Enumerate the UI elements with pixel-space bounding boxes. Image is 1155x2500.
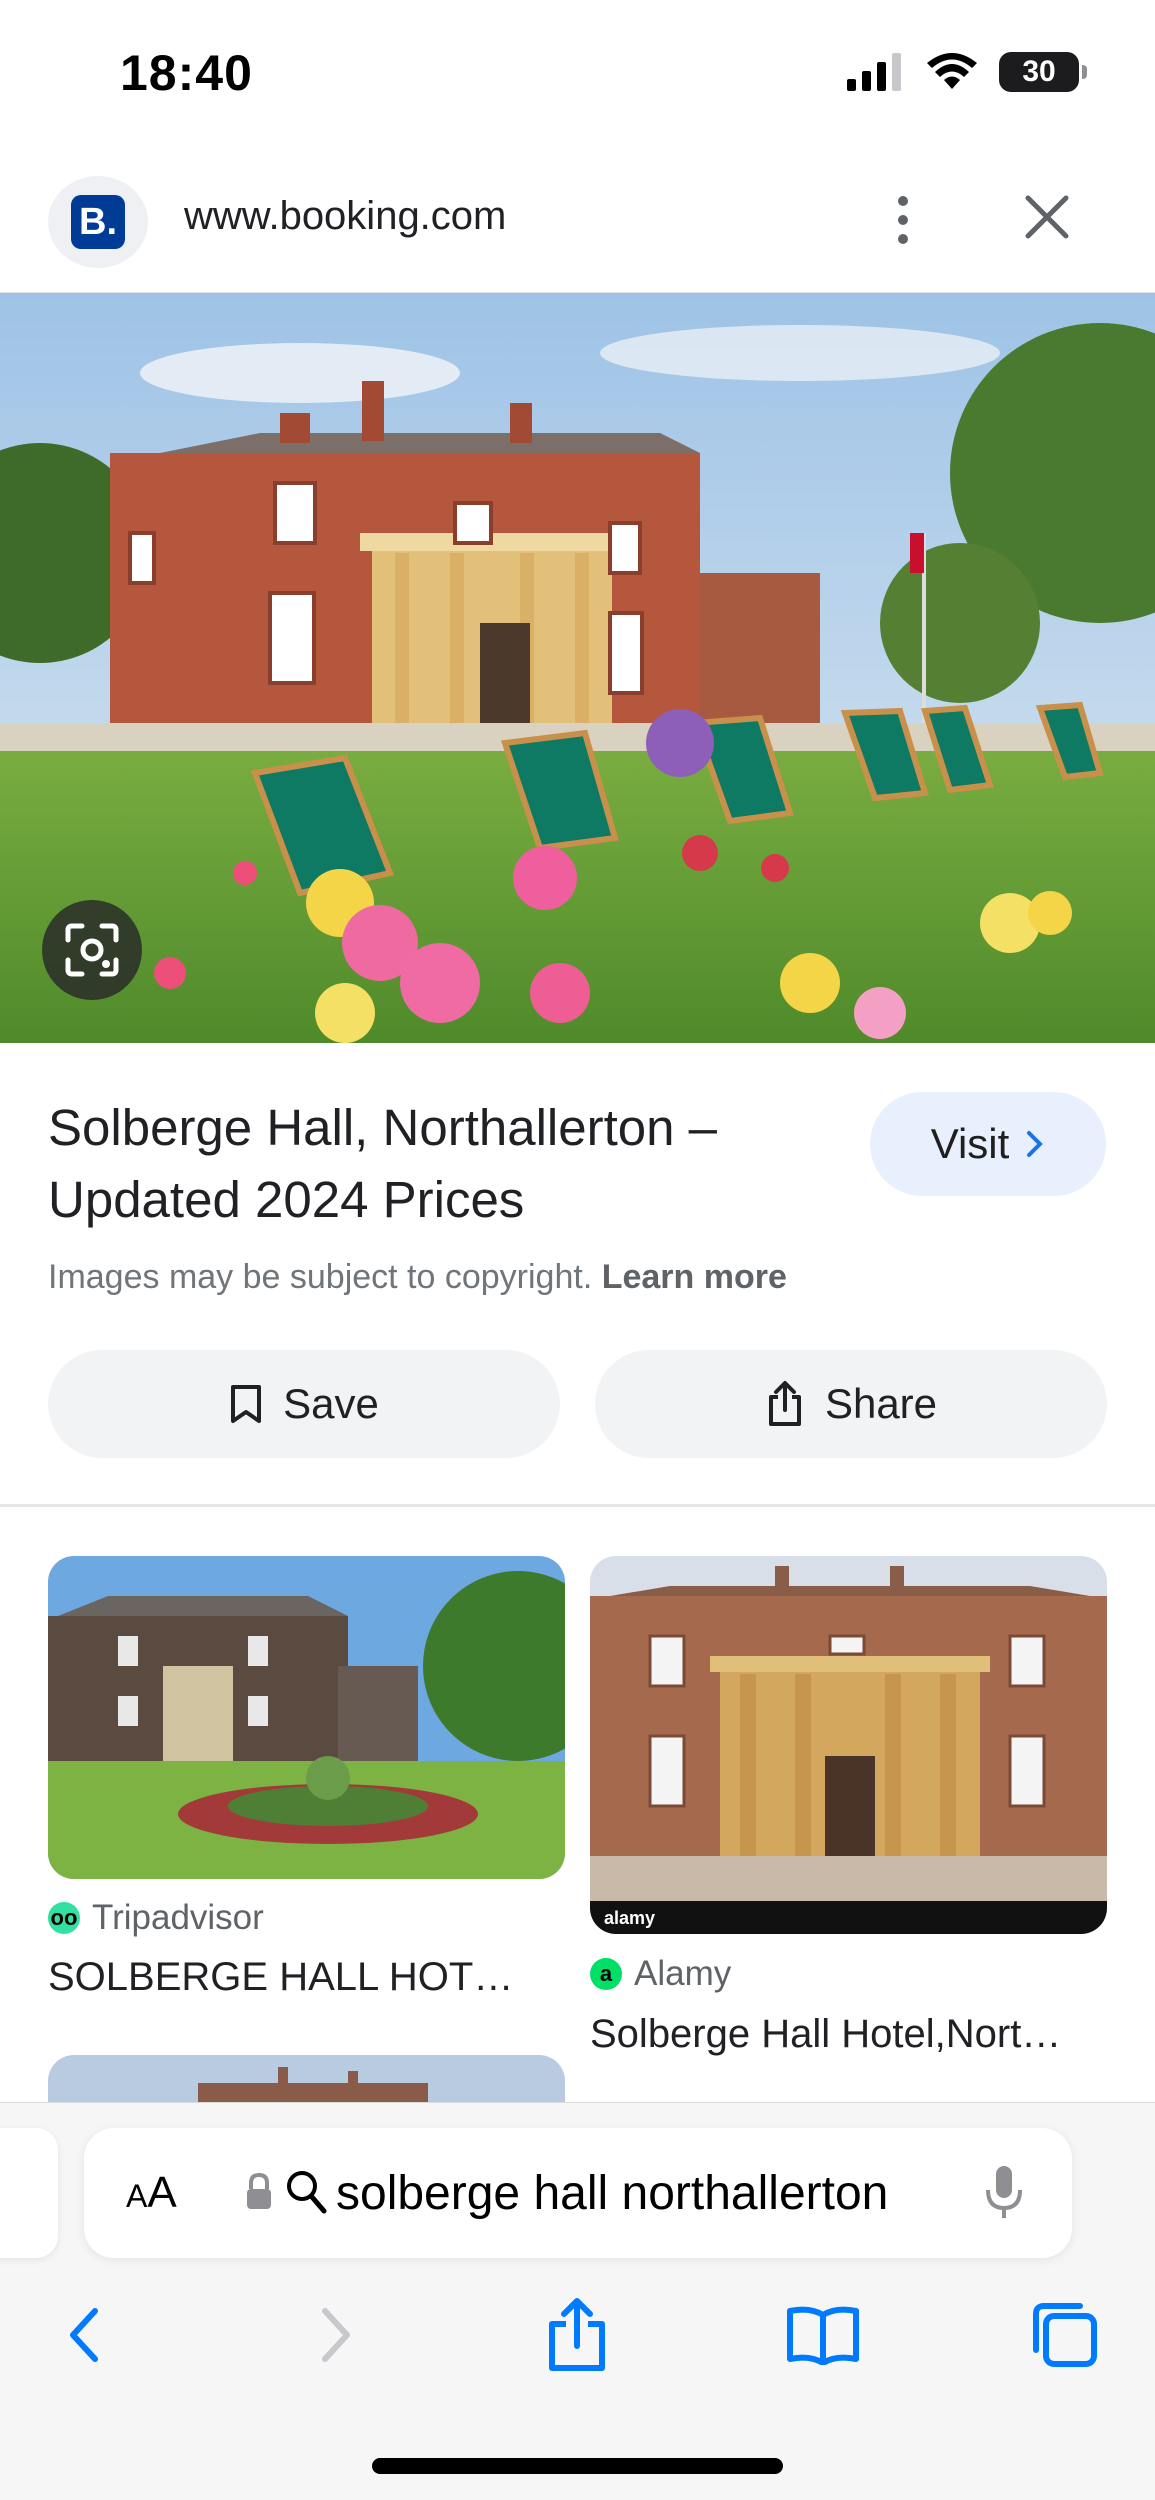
signal-icon (847, 53, 901, 91)
related-title-2[interactable]: Solberge Hall Hotel,Nort… (590, 2012, 1120, 2057)
copyright-text: Images may be subject to copyright. (48, 1258, 593, 1296)
tabs-button[interactable] (1020, 2290, 1110, 2380)
related-title-1[interactable]: SOLBERGE HALL HOT… (48, 1955, 565, 2000)
tripadvisor-icon: oo (48, 1902, 80, 1934)
copyright-notice: Images may be subject to copyright. Lear… (48, 1258, 787, 1297)
booking-logo: B. (71, 195, 125, 249)
hero-image[interactable] (0, 293, 1155, 1043)
address-bar[interactable]: AA solberge hall northallerton (84, 2128, 1072, 2258)
more-vert-icon[interactable] (888, 190, 918, 250)
chevron-right-icon (1027, 1131, 1044, 1157)
lock-icon (247, 2172, 271, 2209)
alamy-icon: a (590, 1958, 622, 1990)
chevron-right-icon (322, 2308, 350, 2362)
google-lens-icon[interactable] (42, 900, 142, 1000)
battery-icon: 30 (999, 52, 1087, 92)
previous-tab-peek[interactable] (0, 2128, 58, 2258)
related-source-2: a Alamy (590, 1954, 731, 1994)
home-indicator (372, 2458, 783, 2474)
page-url[interactable]: www.booking.com (184, 194, 506, 239)
share-icon (549, 2298, 605, 2371)
search-icon (287, 2171, 327, 2214)
status-icons: 30 (847, 52, 1087, 92)
visit-label: Visit (930, 1120, 1010, 1167)
share-page-button[interactable] (532, 2290, 622, 2380)
visit-button[interactable]: Visit (870, 1092, 1106, 1196)
save-label: Save (283, 1380, 379, 1427)
result-title: Solberge Hall, Northallerton – Updated 2… (48, 1099, 718, 1228)
reader-settings-button[interactable]: AA (126, 2168, 177, 2218)
source-name: Tripadvisor (92, 1898, 264, 1937)
status-bar: 18:40 30 (0, 0, 1155, 150)
related-image-2[interactable]: alamy (590, 1556, 1107, 1934)
wifi-icon (927, 53, 977, 89)
close-icon[interactable] (1020, 190, 1074, 244)
related-image-3[interactable] (48, 2055, 565, 2102)
share-label: Share (824, 1380, 938, 1427)
share-icon (768, 1381, 801, 1426)
tabs-icon (1033, 2303, 1097, 2367)
booking-favicon: B. (48, 176, 148, 268)
source-name: Alamy (634, 1954, 732, 1993)
related-image-1[interactable] (48, 1556, 565, 1879)
back-button[interactable] (40, 2290, 130, 2380)
share-button[interactable]: Share (595, 1350, 1107, 1458)
safari-toolbar (0, 2290, 1155, 2380)
section-divider (0, 1504, 1155, 1507)
book-icon (787, 2306, 859, 2365)
related-source-1: oo Tripadvisor (48, 1898, 264, 1938)
bookmark-icon (231, 1385, 262, 1423)
address-text[interactable]: solberge hall northallerton (336, 2166, 888, 2221)
chevron-left-icon (70, 2308, 98, 2362)
bookmarks-button[interactable] (778, 2290, 868, 2380)
learn-more-link[interactable]: Learn more (602, 1258, 787, 1296)
web-header: B. www.booking.com (0, 150, 1155, 293)
microphone-icon[interactable] (984, 2164, 1024, 2222)
alamy-watermark: alamy (604, 1908, 655, 1928)
forward-button[interactable] (290, 2290, 380, 2380)
status-time: 18:40 (120, 45, 253, 101)
save-button[interactable]: Save (48, 1350, 560, 1458)
